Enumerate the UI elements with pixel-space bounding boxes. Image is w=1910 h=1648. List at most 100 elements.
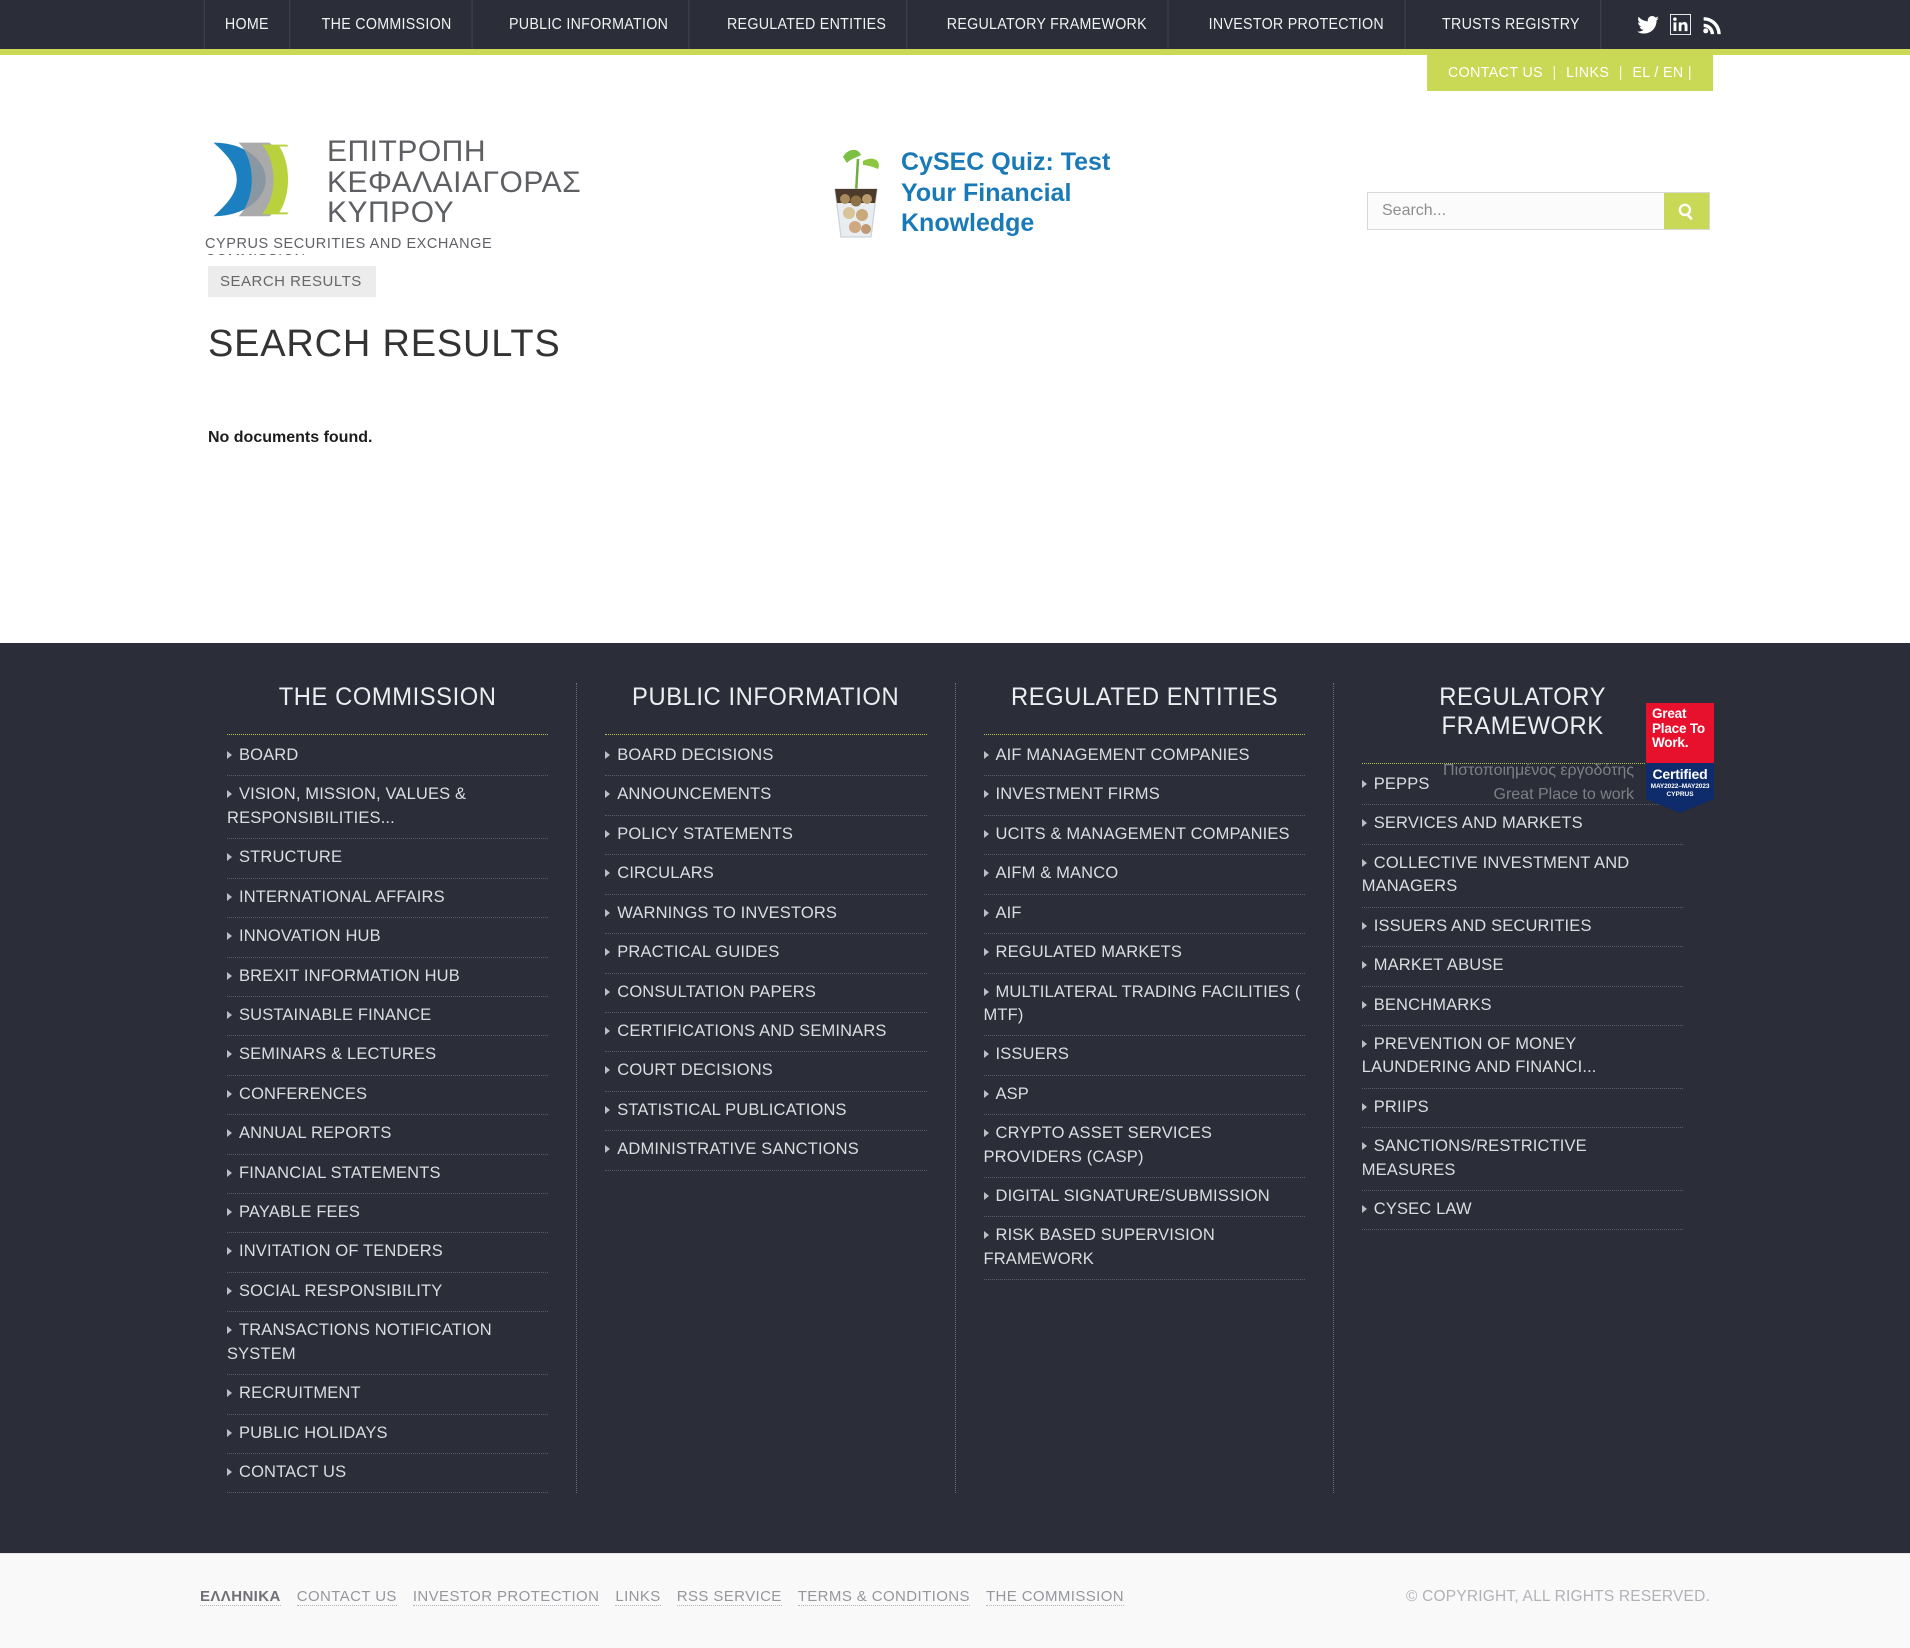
footer-link[interactable]: CERTIFICATIONS AND SEMINARS xyxy=(605,1020,926,1043)
footer-link[interactable]: RECRUITMENT xyxy=(227,1382,548,1405)
nav-regulated-entities[interactable]: REGULATED ENTITIES xyxy=(707,0,908,49)
footer-column-divider xyxy=(605,734,927,735)
rss-icon[interactable] xyxy=(1702,15,1722,35)
footer-link[interactable]: SEMINARS & LECTURES xyxy=(227,1043,548,1066)
bottom-bar-link[interactable]: ΕΛΛΗΝΙΚΑ xyxy=(200,1588,281,1607)
nav-public-information[interactable]: PUBLIC INFORMATION xyxy=(489,0,690,49)
footer-link[interactable]: SUSTAINABLE FINANCE xyxy=(227,1004,548,1027)
footer-link[interactable]: REGULATED MARKETS xyxy=(983,941,1305,964)
gptw-badge-bottom: Certified MAY2022–MAY2023 CYPRUS xyxy=(1646,763,1714,813)
search-submit-button[interactable] xyxy=(1664,193,1709,229)
caret-right-icon xyxy=(983,1089,989,1098)
footer-link[interactable]: AIF xyxy=(983,902,1305,925)
footer-link[interactable]: RISK BASED SUPERVISION FRAMEWORK xyxy=(983,1224,1305,1271)
footer-link[interactable]: BOARD xyxy=(227,744,548,767)
bottom-bar-link[interactable]: INVESTOR PROTECTION xyxy=(412,1588,600,1607)
footer-link[interactable]: SERVICES AND MARKETS xyxy=(1361,812,1683,835)
footer-link-label: REGULATED MARKETS xyxy=(995,943,1183,962)
footer-link-label: PRIIPS xyxy=(1373,1097,1429,1116)
caret-right-icon xyxy=(983,790,989,799)
list-item: PUBLIC HOLIDAYS xyxy=(227,1415,549,1455)
footer-link[interactable]: UCITS & MANAGEMENT COMPANIES xyxy=(983,823,1305,846)
footer-link[interactable]: BREXIT INFORMATION HUB xyxy=(227,965,548,988)
footer-link[interactable]: INVESTMENT FIRMS xyxy=(983,783,1305,806)
caret-right-icon xyxy=(983,948,989,957)
footer-link[interactable]: ASP xyxy=(983,1083,1305,1106)
bottom-bar-link[interactable]: TERMS & CONDITIONS xyxy=(797,1588,970,1607)
list-item: COLLECTIVE INVESTMENT AND MANAGERS xyxy=(1361,845,1683,908)
twitter-icon[interactable] xyxy=(1637,15,1659,34)
caret-right-icon xyxy=(605,1066,611,1075)
footer-link[interactable]: ISSUERS AND SECURITIES xyxy=(1361,915,1683,938)
links-link[interactable]: LINKS xyxy=(1566,64,1609,81)
list-item: SEMINARS & LECTURES xyxy=(227,1036,549,1076)
bottom-bar-link[interactable]: RSS SERVICE xyxy=(676,1588,782,1607)
search-input[interactable] xyxy=(1368,193,1664,229)
footer-link[interactable]: ADMINISTRATIVE SANCTIONS xyxy=(605,1138,926,1161)
footer-link[interactable]: PREVENTION OF MONEY LAUNDERING AND FINAN… xyxy=(1361,1033,1683,1080)
language-switch[interactable]: EL / EN | xyxy=(1632,64,1692,81)
footer-link[interactable]: CONSULTATION PAPERS xyxy=(605,981,926,1004)
caret-right-icon xyxy=(983,829,989,838)
footer-link[interactable]: ISSUERS xyxy=(983,1043,1305,1066)
nav-investor-protection[interactable]: INVESTOR PROTECTION xyxy=(1188,0,1405,49)
list-item: ANNOUNCEMENTS xyxy=(605,776,927,816)
site-logo[interactable]: ΕΠΙΤΡΟΠΗ ΚΕΦΑΛΑΙΑΓΟΡΑΣ ΚΥΠΡΟΥ CYPRUS SEC… xyxy=(205,133,581,273)
footer-link-label: PAYABLE FEES xyxy=(239,1203,361,1222)
footer-link[interactable]: BOARD DECISIONS xyxy=(605,744,926,767)
footer-link[interactable]: CYSEC LAW xyxy=(1361,1198,1683,1221)
footer-link[interactable]: AIFM & MANCO xyxy=(983,862,1305,885)
caret-right-icon xyxy=(605,908,611,917)
contact-us-link[interactable]: CONTACT US xyxy=(1448,64,1543,81)
footer-link[interactable]: COLLECTIVE INVESTMENT AND MANAGERS xyxy=(1361,852,1683,899)
footer-link[interactable]: WARNINGS TO INVESTORS xyxy=(605,902,926,925)
footer-link[interactable]: PAYABLE FEES xyxy=(227,1201,548,1224)
bottom-bar-link[interactable]: CONTACT US xyxy=(296,1588,397,1607)
footer-link[interactable]: PRIIPS xyxy=(1361,1096,1683,1119)
footer-link[interactable]: CONFERENCES xyxy=(227,1083,548,1106)
footer-link[interactable]: PUBLIC HOLIDAYS xyxy=(227,1422,548,1445)
bottom-bar-link[interactable]: LINKS xyxy=(615,1588,661,1607)
footer-link[interactable]: CONTACT US xyxy=(227,1461,548,1484)
footer-link[interactable]: ANNOUNCEMENTS xyxy=(605,783,926,806)
footer-link[interactable]: INVITATION OF TENDERS xyxy=(227,1240,548,1263)
footer-link[interactable]: FINANCIAL STATEMENTS xyxy=(227,1162,548,1185)
nav-regulatory-framework[interactable]: REGULATORY FRAMEWORK xyxy=(926,0,1169,49)
footer-link[interactable]: VISION, MISSION, VALUES & RESPONSIBILITI… xyxy=(227,783,548,830)
footer-link[interactable]: DIGITAL SIGNATURE/SUBMISSION xyxy=(983,1185,1305,1208)
breadcrumb[interactable]: SEARCH RESULTS xyxy=(208,266,376,297)
nav-item-label: HOME xyxy=(224,15,269,33)
footer-link[interactable]: TRANSACTIONS NOTIFICATION SYSTEM xyxy=(227,1319,548,1366)
linkedin-icon[interactable] xyxy=(1670,14,1691,35)
footer-link[interactable]: CIRCULARS xyxy=(605,862,926,885)
nav-trusts-registry[interactable]: TRUSTS REGISTRY xyxy=(1422,0,1602,49)
footer-link[interactable]: CRYPTO ASSET SERVICES PROVIDERS (CASP) xyxy=(983,1122,1305,1169)
footer-link[interactable]: POLICY STATEMENTS xyxy=(605,823,926,846)
footer-link[interactable]: MARKET ABUSE xyxy=(1361,954,1683,977)
footer-link[interactable]: ANNUAL REPORTS xyxy=(227,1122,548,1145)
bottom-bar-link[interactable]: THE COMMISSION xyxy=(985,1588,1125,1607)
caret-right-icon xyxy=(983,1129,989,1138)
footer-link[interactable]: SANCTIONS/RESTRICTIVE MEASURES xyxy=(1361,1135,1683,1182)
gptw-date-range: MAY2022–MAY2023 xyxy=(1650,783,1710,790)
nav-home[interactable]: HOME xyxy=(203,0,290,49)
footer-link[interactable]: INNOVATION HUB xyxy=(227,925,548,948)
footer-link[interactable]: AIF MANAGEMENT COMPANIES xyxy=(983,744,1305,767)
list-item: PRIIPS xyxy=(1361,1089,1683,1129)
footer-link[interactable]: COURT DECISIONS xyxy=(605,1059,926,1082)
caret-right-icon xyxy=(1361,819,1367,828)
footer-link-list: BOARD VISION, MISSION, VALUES & RESPONSIB… xyxy=(227,737,549,1494)
caret-right-icon xyxy=(983,1192,989,1201)
cysec-quiz-banner[interactable]: CySEC Quiz: Test Your Financial Knowledg… xyxy=(825,145,1110,241)
footer-link[interactable]: MULTILATERAL TRADING FACILITIES ( MTF) xyxy=(983,981,1305,1028)
list-item: SANCTIONS/RESTRICTIVE MEASURES xyxy=(1361,1128,1683,1192)
footer-link[interactable]: STRUCTURE xyxy=(227,846,548,869)
footer-link[interactable]: STATISTICAL PUBLICATIONS xyxy=(605,1099,926,1122)
caret-right-icon xyxy=(1361,780,1367,788)
nav-the-commission[interactable]: THE COMMISSION xyxy=(301,0,473,49)
footer-column-title: PUBLIC INFORMATION xyxy=(632,683,900,711)
footer-link[interactable]: SOCIAL RESPONSIBILITY xyxy=(227,1280,548,1303)
footer-link[interactable]: INTERNATIONAL AFFAIRS xyxy=(227,886,548,909)
footer-link[interactable]: PRACTICAL GUIDES xyxy=(605,941,926,964)
footer-link[interactable]: BENCHMARKS xyxy=(1361,994,1683,1017)
